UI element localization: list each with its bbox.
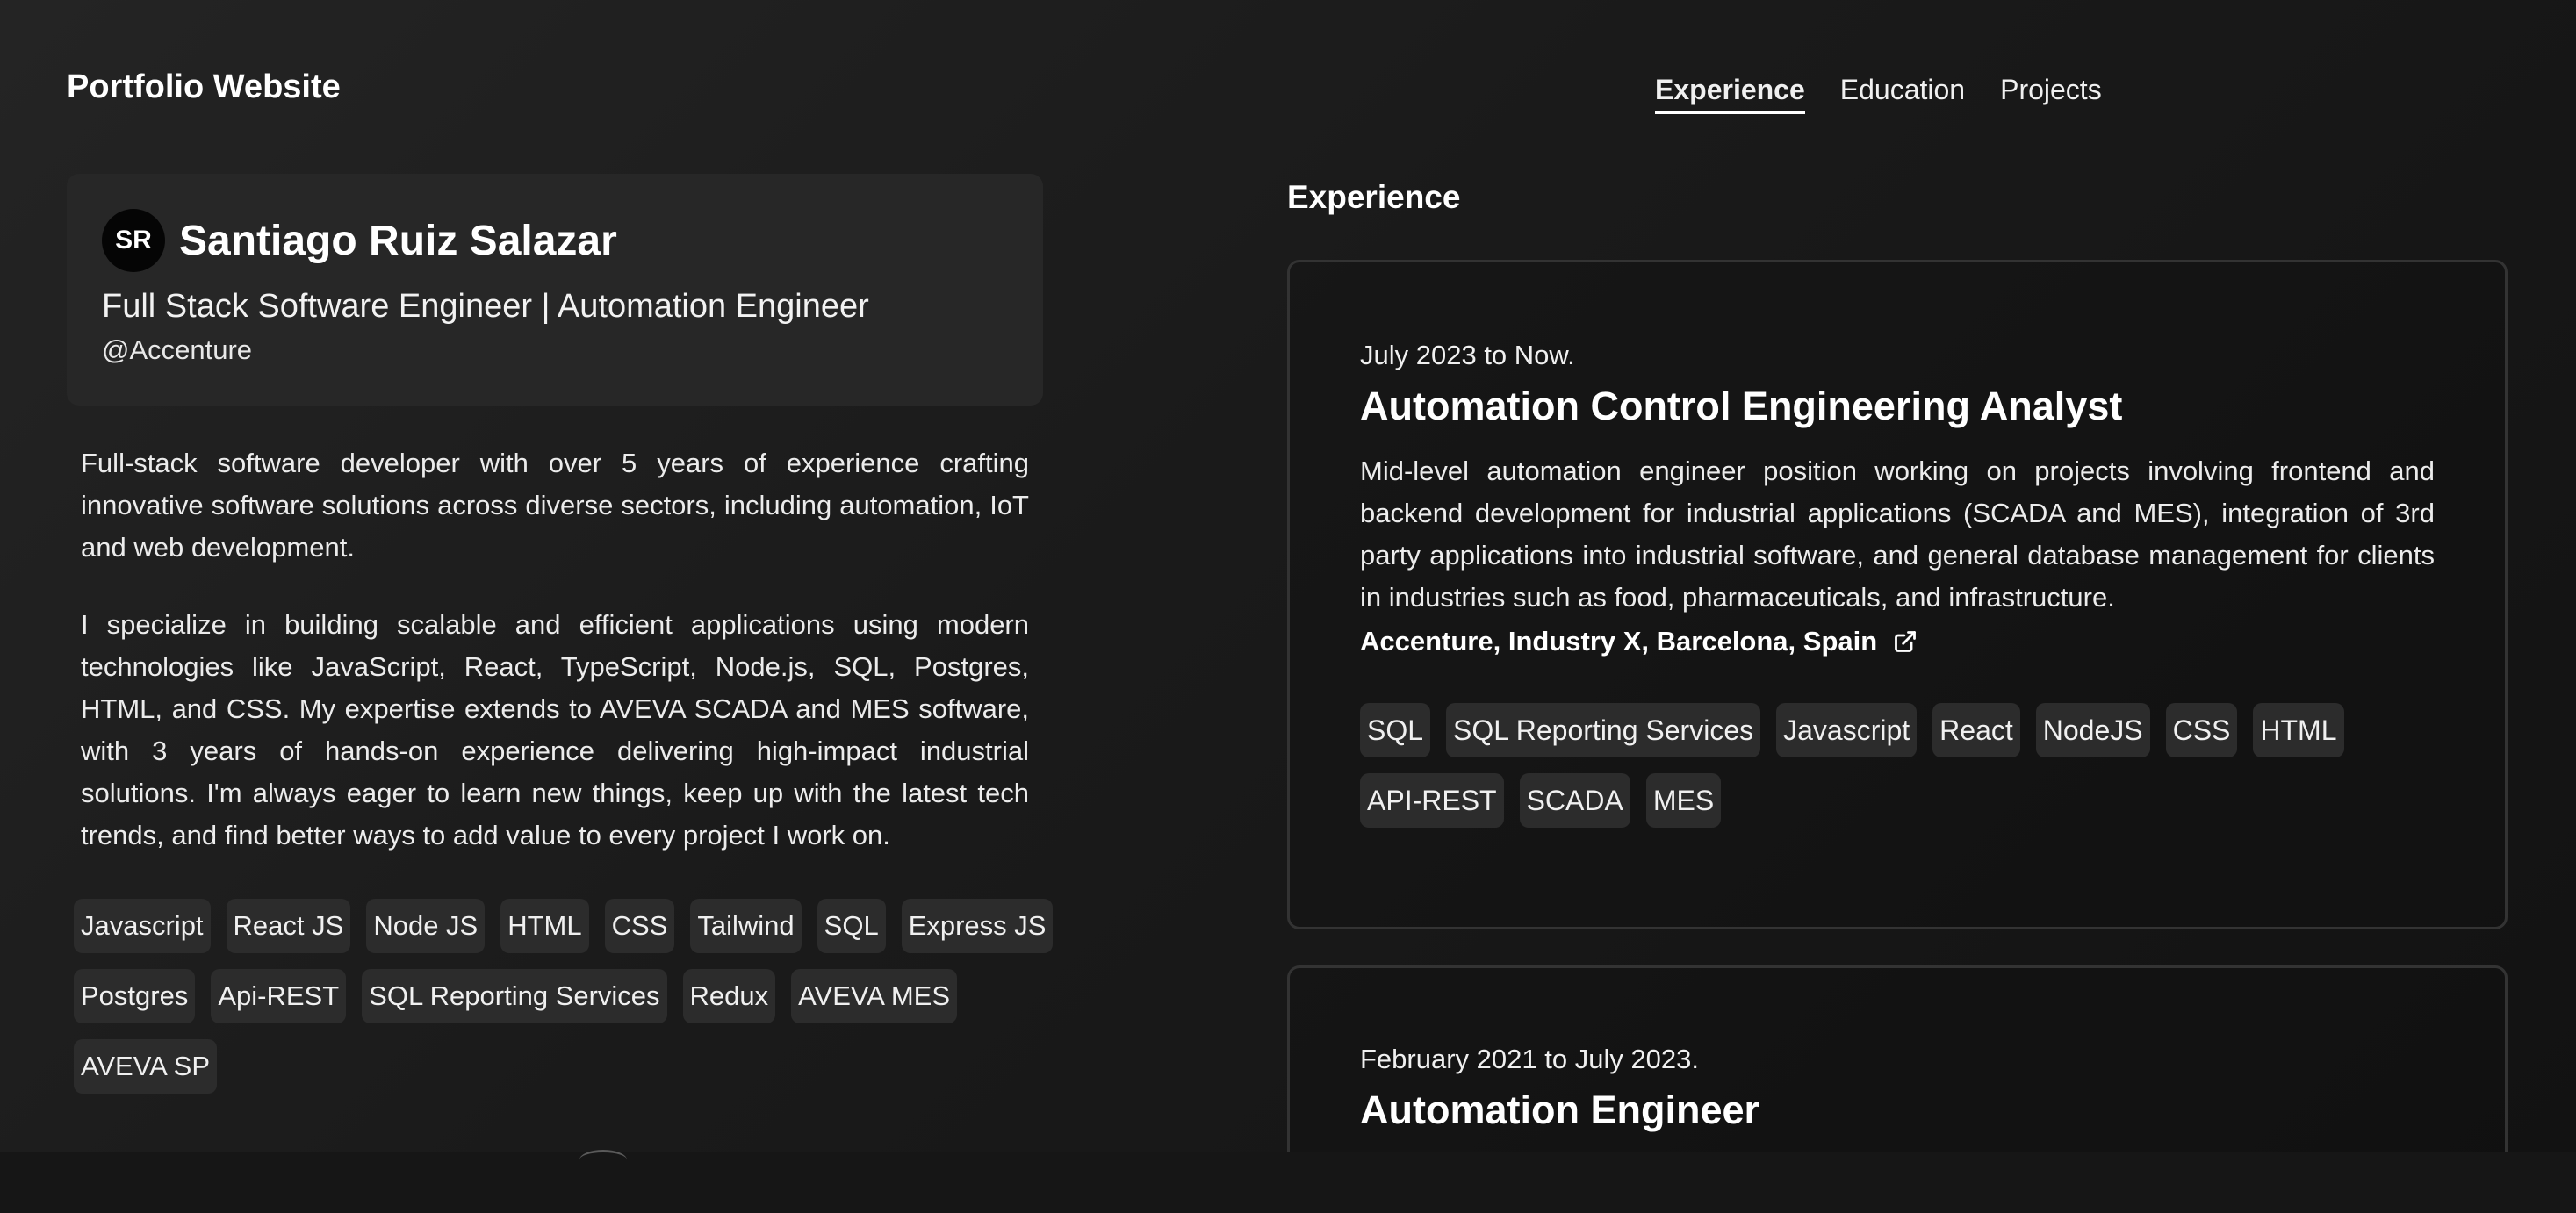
bio: Full-stack software developer with over … [81,442,1029,892]
bottom-fade [0,1152,2576,1213]
skill-tag: AVEVA SP [74,1039,218,1094]
tech-tag: SCADA [1519,773,1630,828]
tech-tag: MES [1645,773,1722,828]
nav-experience[interactable]: Experience [1655,74,1805,114]
experience-section-title: Experience [1287,179,1461,215]
tech-tag: Javascript [1776,703,1918,757]
skills-list: Javascript React JS Node JS HTML CSS Tai… [74,899,1057,1094]
site-title[interactable]: Portfolio Website [67,68,341,106]
experience-description: Mid-level automation engineer position w… [1360,456,2435,613]
experience-date: July 2023 to Now. [1360,340,1575,370]
external-link-icon[interactable] [1893,629,1918,654]
tech-tag: API-REST [1360,773,1504,828]
tech-tag: NodeJS [2035,703,2150,757]
skill-tag: Redux [682,969,776,1023]
experience-tags: SQL SQL Reporting Services Javascript Re… [1360,703,2361,828]
profile-company: @Accenture [102,334,253,365]
bio-paragraph-1: Full-stack software developer with over … [81,448,1029,563]
skill-tag: SQL Reporting Services [362,969,667,1023]
skill-tag: AVEVA MES [791,969,958,1023]
skill-tag: Javascript [74,899,211,953]
skill-tag: Api-REST [211,969,347,1023]
experience-date: February 2021 to July 2023. [1360,1044,1700,1074]
tech-tag: React [1932,703,2020,757]
skill-tag: HTML [500,899,589,953]
portfolio-page: Portfolio Website Experience Education P… [0,0,2576,1213]
skill-tag: Tailwind [690,899,802,953]
profile-role: Full Stack Software Engineer | Automatio… [102,288,869,325]
tech-tag: SQL Reporting Services [1446,703,1761,757]
nav-education[interactable]: Education [1840,74,1965,114]
scroll-indicator [579,1150,627,1170]
bio-paragraph-2: I specialize in building scalable and ef… [81,609,1029,851]
skill-tag: Postgres [74,969,196,1023]
experience-company-link[interactable]: Accenture, Industry X, Barcelona, Spain [1360,626,2435,657]
skill-tag: Express JS [901,899,1054,953]
tech-tag: SQL [1360,703,1431,757]
nav-projects[interactable]: Projects [2000,74,2102,114]
experience-company[interactable]: Accenture, Industry X, Barcelona, Spain [1360,626,1877,657]
skill-tag: SQL [817,899,886,953]
skill-tag: CSS [604,899,675,953]
skill-tag: Node JS [366,899,486,953]
profile-header: SR Santiago Ruiz Salazar [102,209,1008,272]
tech-tag: HTML [2253,703,2344,757]
experience-title: Automation Control Engineering Analyst [1360,384,2123,428]
main-nav: Experience Education Projects [1655,74,2102,114]
experience-card: July 2023 to Now. Automation Control Eng… [1287,260,2508,929]
skill-tag: React JS [226,899,351,953]
experience-title: Automation Engineer [1360,1087,1760,1132]
profile-card: SR Santiago Ruiz Salazar Full Stack Soft… [67,174,1043,406]
tech-tag: CSS [2165,703,2238,757]
profile-name: Santiago Ruiz Salazar [179,217,617,264]
avatar: SR [102,209,165,272]
